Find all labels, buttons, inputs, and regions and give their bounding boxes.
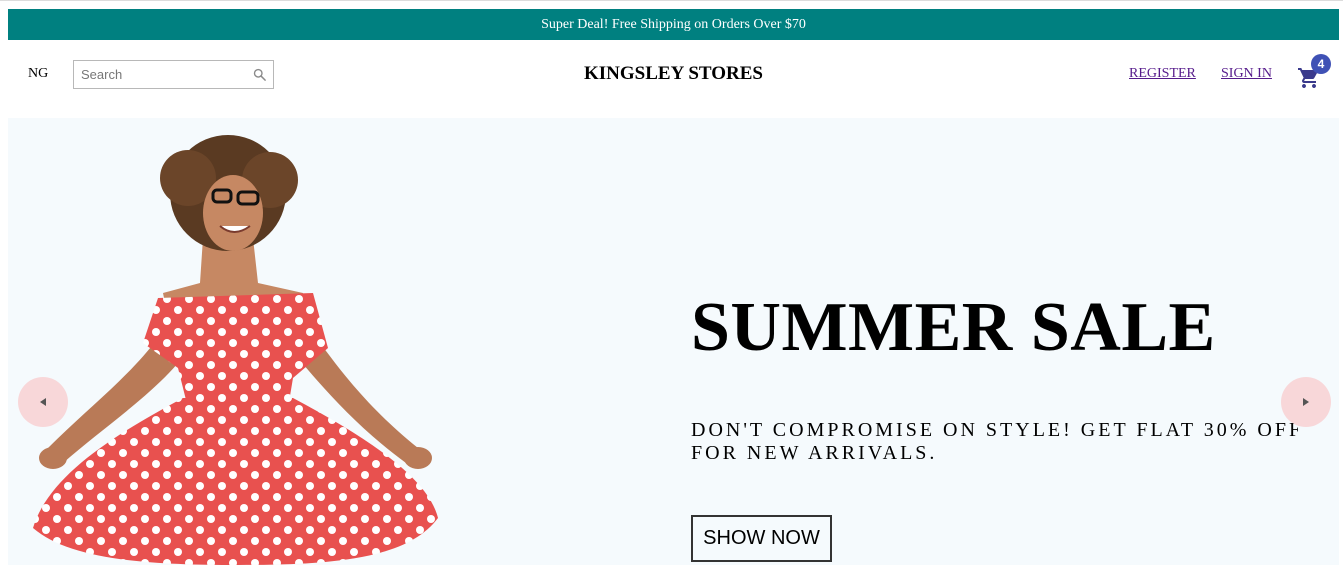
- sign-in-link[interactable]: SIGN IN: [1221, 66, 1272, 82]
- show-now-button[interactable]: SHOW NOW: [691, 515, 832, 562]
- arrow-right-icon: [1303, 398, 1309, 406]
- arrow-left-icon: [40, 398, 46, 406]
- hero-model-image: [33, 135, 438, 565]
- cart-button[interactable]: 4: [1295, 54, 1335, 92]
- slider-next-button[interactable]: [1281, 377, 1331, 427]
- language-selector[interactable]: NG: [28, 66, 48, 82]
- search-icon[interactable]: [252, 67, 267, 82]
- brand-logo[interactable]: KINGSLEY STORES: [584, 63, 763, 84]
- announcement-text: Super Deal! Free Shipping on Orders Over…: [541, 16, 806, 32]
- hero-description: DON'T COMPROMISE ON STYLE! GET FLAT 30% …: [691, 419, 1304, 464]
- top-divider: [0, 0, 1343, 1]
- search-container: [73, 60, 274, 89]
- cart-count-badge: 4: [1311, 54, 1331, 74]
- hero-title: SUMMER SALE: [691, 289, 1216, 366]
- announcement-bar: Super Deal! Free Shipping on Orders Over…: [8, 9, 1339, 40]
- search-input[interactable]: [74, 61, 244, 88]
- slider-prev-button[interactable]: [18, 377, 68, 427]
- hero-slider: SUMMER SALE DON'T COMPROMISE ON STYLE! G…: [8, 118, 1339, 565]
- register-link[interactable]: REGISTER: [1129, 66, 1196, 82]
- navbar: NG KINGSLEY STORES REGISTER SIGN IN 4: [8, 40, 1339, 118]
